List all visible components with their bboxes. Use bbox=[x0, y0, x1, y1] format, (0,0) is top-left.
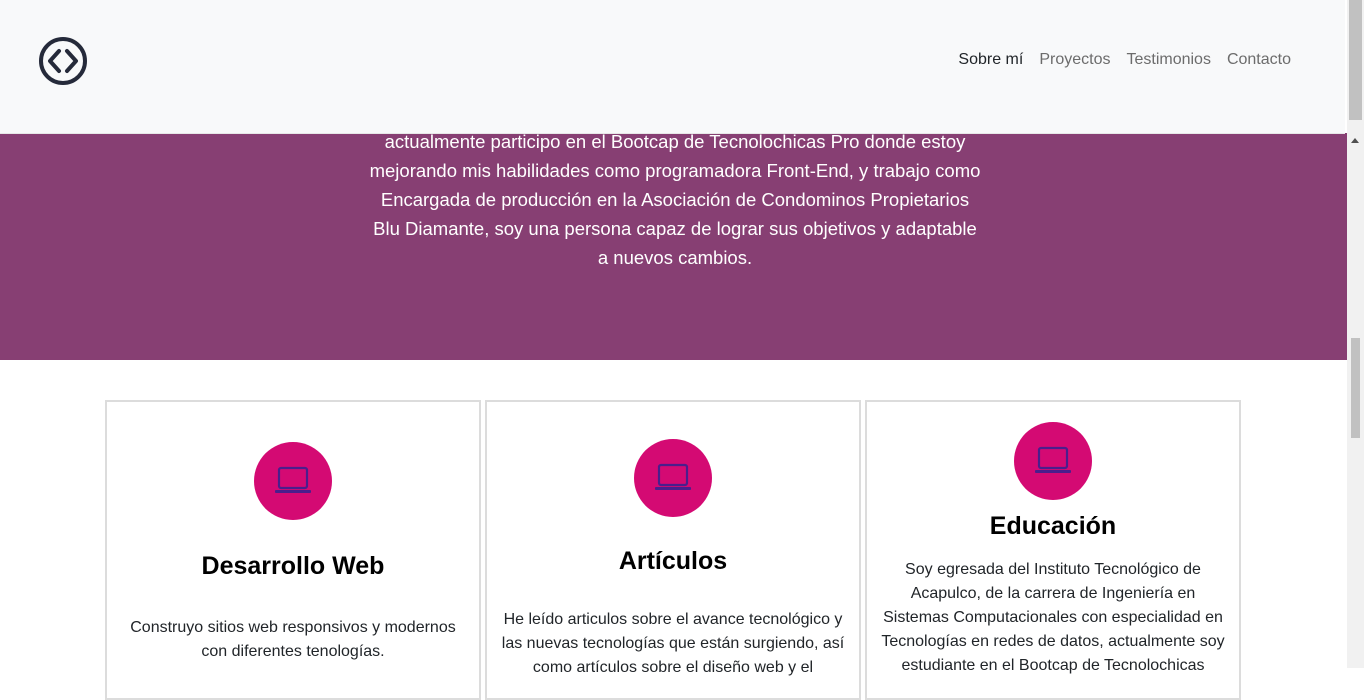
scrollbar-thumb[interactable] bbox=[1351, 338, 1360, 438]
nav-link-testimonios[interactable]: Testimonios bbox=[1126, 51, 1210, 69]
services-cards: Desarrollo Web Construyo sitios web resp… bbox=[105, 400, 1246, 700]
card-educacion: Educación Soy egresada del Instituto Tec… bbox=[865, 400, 1241, 700]
nav-menu: Sobre mí Proyectos Testimonios Contacto bbox=[958, 51, 1291, 69]
laptop-icon bbox=[1014, 422, 1092, 500]
nav-link-proyectos[interactable]: Proyectos bbox=[1039, 51, 1110, 69]
card-title: Artículos bbox=[618, 547, 728, 575]
scrollbar-upper-track-thumb[interactable] bbox=[1349, 0, 1362, 120]
card-title: Educación bbox=[989, 512, 1117, 540]
card-text: Soy egresada del Instituto Tecnológico d… bbox=[881, 561, 1225, 674]
laptop-icon bbox=[254, 442, 332, 520]
code-logo-icon[interactable] bbox=[38, 36, 88, 86]
about-text: actualmente participo en el Bootcap de T… bbox=[369, 133, 981, 268]
page-scrollbar[interactable] bbox=[1347, 0, 1364, 668]
about-section: actualmente participo en el Bootcap de T… bbox=[0, 133, 1349, 360]
laptop-icon bbox=[634, 439, 712, 517]
nav-link-sobre-mi[interactable]: Sobre mí bbox=[958, 51, 1023, 69]
card-text: Construyo sitios web responsivos y moder… bbox=[130, 619, 456, 660]
card-title: Desarrollo Web bbox=[201, 552, 385, 580]
nav-link-contacto[interactable]: Contacto bbox=[1227, 51, 1291, 69]
card-text: He leído articulos sobre el avance tecno… bbox=[501, 611, 845, 676]
card-desarrollo-web: Desarrollo Web Construyo sitios web resp… bbox=[105, 400, 481, 700]
scroll-up-arrow-icon[interactable] bbox=[1351, 138, 1359, 143]
navbar: Sobre mí Proyectos Testimonios Contacto bbox=[0, 0, 1345, 134]
card-articulos: Artículos He leído articulos sobre el av… bbox=[485, 400, 861, 700]
